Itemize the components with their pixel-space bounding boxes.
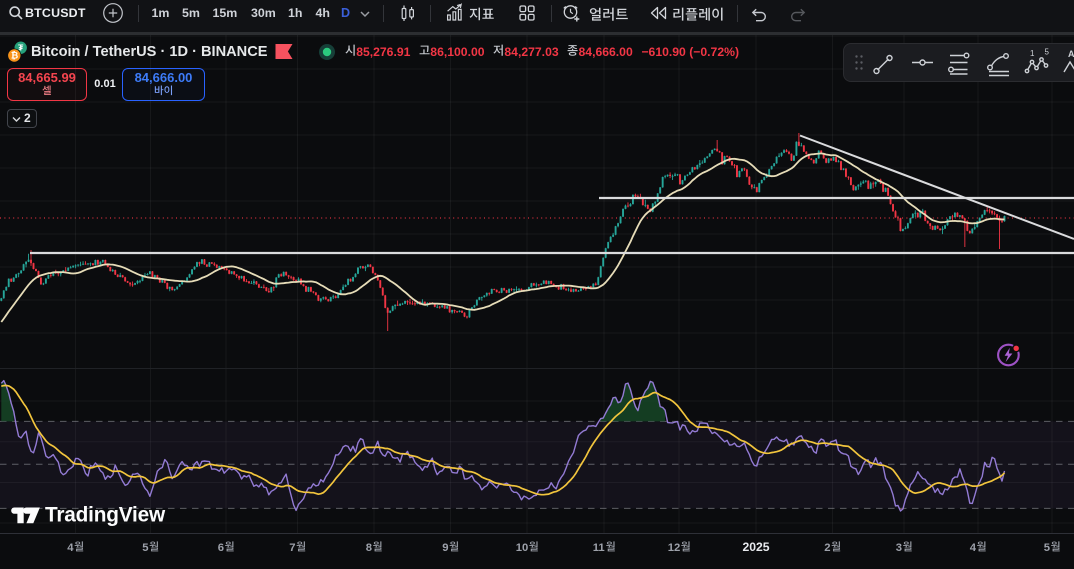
svg-text:5: 5: [1045, 48, 1050, 57]
svg-text:8: 8: [366, 542, 372, 554]
svg-text:TradingView: TradingView: [45, 504, 166, 527]
svg-text:2025: 2025: [742, 540, 769, 554]
svg-text:5: 5: [142, 542, 148, 554]
svg-text:4: 4: [67, 542, 74, 554]
svg-text:1: 1: [1030, 49, 1035, 58]
svg-text:₿: ₿: [11, 51, 18, 61]
svg-text:10: 10: [516, 542, 529, 554]
svg-text:3: 3: [896, 542, 902, 554]
svg-text:A: A: [1068, 49, 1074, 59]
svg-text:12: 12: [668, 542, 681, 554]
svg-text:9: 9: [442, 542, 448, 554]
svg-text:7: 7: [289, 542, 295, 554]
svg-text:11: 11: [593, 542, 605, 554]
svg-text:2: 2: [824, 542, 830, 554]
svg-text:4: 4: [970, 542, 977, 554]
svg-text:5: 5: [1044, 542, 1050, 554]
svg-text:6: 6: [218, 542, 224, 554]
